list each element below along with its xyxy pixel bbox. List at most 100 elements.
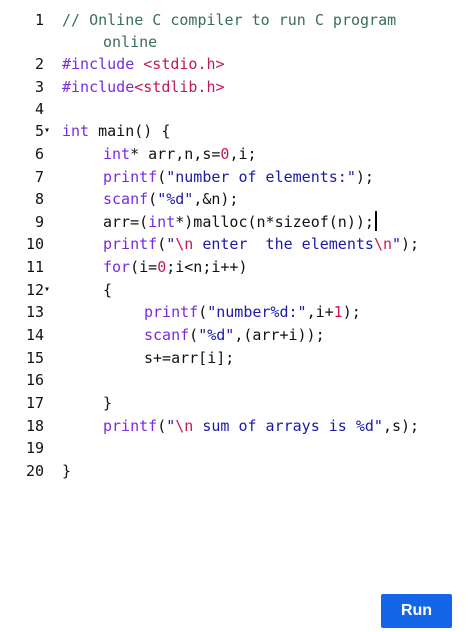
code-token: ( xyxy=(157,235,167,253)
code-text: } xyxy=(62,460,71,482)
code-token: " xyxy=(166,417,176,435)
code-token: ); xyxy=(342,303,361,321)
code-token: (i= xyxy=(130,258,158,276)
line-number: 3 xyxy=(34,78,44,96)
code-token: ( xyxy=(148,190,158,208)
code-line[interactable]: 14 scanf("%d",(arr+i)); xyxy=(0,324,474,346)
code-line[interactable]: 7 printf("number of elements:"); xyxy=(0,166,474,188)
line-number: 17 xyxy=(25,394,44,412)
code-text: s+=arr[i]; xyxy=(144,347,234,369)
line-number: 6 xyxy=(34,145,44,163)
line-number: 16 xyxy=(25,371,44,389)
code-line[interactable]: 18 printf("\n sum of arrays is %d",s); xyxy=(0,415,474,437)
code-token: int xyxy=(62,122,90,140)
code-line[interactable]: 20} xyxy=(0,460,474,482)
code-line[interactable]: 1 // Online C compiler to run C program xyxy=(0,9,474,31)
line-number: 12 xyxy=(25,281,44,299)
code-token: int xyxy=(103,145,131,163)
code-token: } xyxy=(103,394,113,412)
code-token: scanf xyxy=(144,326,190,344)
code-token: arr=( xyxy=(103,213,149,231)
line-number: 20 xyxy=(25,462,44,480)
code-line[interactable]: 6 int* arr,n,s=0,i; xyxy=(0,143,474,165)
code-token: \n xyxy=(175,235,194,253)
code-token: scanf xyxy=(103,190,149,208)
code-line[interactable]: 8 scanf("%d",&n); xyxy=(0,188,474,210)
code-token: ); xyxy=(355,168,374,186)
code-token: " xyxy=(166,235,176,253)
code-text: arr=(int*)malloc(n*sizeof(n)); xyxy=(103,211,377,233)
line-number: 15 xyxy=(25,349,44,367)
line-number: 2 xyxy=(34,55,44,73)
code-line[interactable]: 19 xyxy=(0,437,474,459)
code-line[interactable]: 10 printf("\n enter the elements\n"); xyxy=(0,233,474,255)
code-line[interactable]: 3 #include<stdlib.h> xyxy=(0,76,474,98)
code-token: } xyxy=(62,462,72,480)
code-text: int main() { xyxy=(62,120,170,142)
code-line[interactable]: 17} xyxy=(0,392,474,414)
code-line[interactable]: 15 s+=arr[i]; xyxy=(0,347,474,369)
code-line[interactable]: 9 arr=(int*)malloc(n*sizeof(n)); xyxy=(0,211,474,233)
code-token: ( xyxy=(157,417,167,435)
code-token: printf xyxy=(103,417,158,435)
line-number: 5 xyxy=(34,122,44,140)
code-token: s+=arr[i]; xyxy=(144,349,235,367)
code-line[interactable]: 11 for(i=0;i<n;i++) xyxy=(0,256,474,278)
code-token: <stdio.h> xyxy=(143,55,225,73)
code-token: printf xyxy=(103,168,158,186)
code-token: for xyxy=(103,258,131,276)
code-text: } xyxy=(103,392,112,414)
code-line[interactable]: online xyxy=(0,31,474,53)
line-number: 11 xyxy=(25,258,44,276)
code-token: "%d" xyxy=(198,326,235,344)
code-token: ( xyxy=(189,326,199,344)
code-token: ;i<n;i++) xyxy=(166,258,248,276)
code-text: #include <stdio.h> xyxy=(62,53,225,75)
code-token: 1 xyxy=(333,303,343,321)
code-token: <stdlib.h> xyxy=(134,78,225,96)
code-text: scanf("%d",(arr+i)); xyxy=(144,324,325,346)
code-token: 0 xyxy=(157,258,167,276)
code-text: for(i=0;i<n;i++) xyxy=(103,256,248,278)
line-number: 1 xyxy=(34,11,44,29)
code-token: main() { xyxy=(89,122,171,140)
code-token: " xyxy=(392,235,402,253)
code-token: printf xyxy=(144,303,199,321)
code-token: * arr,n,s= xyxy=(130,145,221,163)
fold-toggle-icon[interactable]: ▾ xyxy=(44,120,56,142)
code-token: sum of arrays is %d" xyxy=(193,417,383,435)
code-token: ,&n); xyxy=(193,190,239,208)
code-line[interactable]: 5 ▾ int main() { xyxy=(0,120,474,142)
code-line[interactable]: 16 xyxy=(0,369,474,391)
code-token: ,i+ xyxy=(306,303,334,321)
code-token: { xyxy=(103,281,113,299)
code-text: online xyxy=(103,31,157,53)
code-token: #include xyxy=(62,55,144,73)
code-token: ,(arr+i)); xyxy=(234,326,325,344)
code-token: "%d" xyxy=(157,190,194,208)
code-token: #include xyxy=(62,78,135,96)
code-line[interactable]: 4 xyxy=(0,98,474,120)
fold-toggle-icon[interactable]: ▾ xyxy=(44,279,56,301)
code-line[interactable]: 12 ▾ { xyxy=(0,279,474,301)
code-token: ); xyxy=(401,235,420,253)
code-token: "number of elements:" xyxy=(166,168,356,186)
code-token: ,s); xyxy=(382,417,420,435)
code-text: // Online C compiler to run C program xyxy=(62,9,396,31)
line-number: 18 xyxy=(25,417,44,435)
code-token: // Online C compiler to run C program xyxy=(62,11,397,29)
code-text: int* arr,n,s=0,i; xyxy=(103,143,257,165)
code-token: ( xyxy=(198,303,208,321)
code-line[interactable]: 2 #include <stdio.h> xyxy=(0,53,474,75)
line-number: 13 xyxy=(25,303,44,321)
run-button[interactable]: Run xyxy=(381,594,452,628)
code-text: printf("number%d:",i+1); xyxy=(144,301,361,323)
code-text: printf("\n enter the elements\n"); xyxy=(103,233,419,255)
code-text: printf("number of elements:"); xyxy=(103,166,374,188)
code-token: ( xyxy=(157,168,167,186)
code-line[interactable]: 13 printf("number%d:",i+1); xyxy=(0,301,474,323)
code-token: \n xyxy=(175,417,194,435)
code-token: "number%d:" xyxy=(207,303,307,321)
code-text: #include<stdlib.h> xyxy=(62,76,225,98)
line-number: 19 xyxy=(25,439,44,457)
